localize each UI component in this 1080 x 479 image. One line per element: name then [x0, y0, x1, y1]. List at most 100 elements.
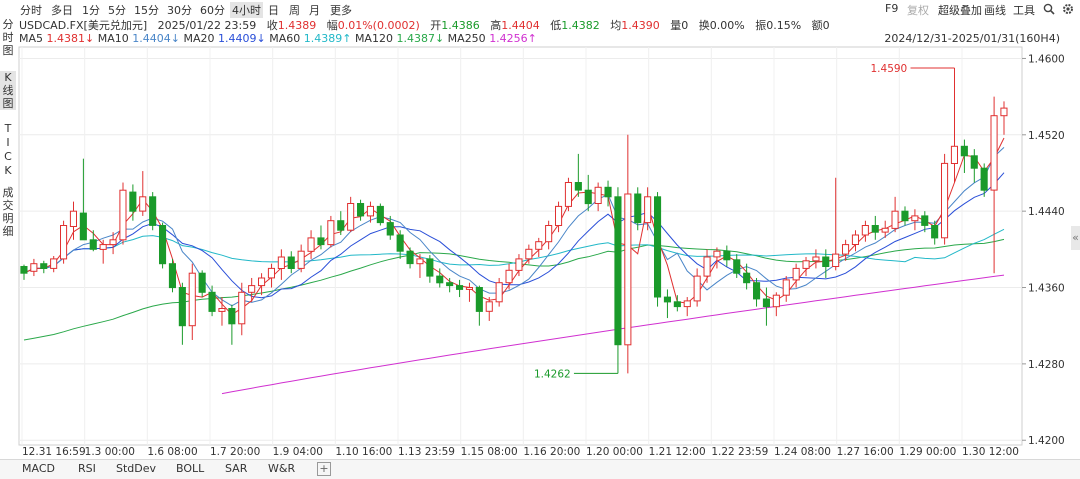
candle-body — [644, 196, 652, 224]
candle-body — [505, 269, 513, 284]
candlestick-chart[interactable]: 1.4600 1.4520 1.4440 1.4360 1.4280 1.4200 12.3… — [0, 0, 1080, 478]
candle-body — [832, 253, 840, 268]
candle-body — [20, 266, 28, 274]
candle-body — [159, 225, 167, 265]
candle-body — [40, 263, 48, 270]
candle-body — [515, 258, 523, 271]
candle-body — [594, 186, 602, 205]
candle-body — [772, 294, 780, 308]
candle-body — [555, 205, 563, 226]
candle-body — [248, 285, 256, 293]
candle-body — [129, 191, 137, 212]
candle-body — [149, 196, 157, 226]
candle-body — [69, 210, 78, 227]
candle-body — [782, 279, 790, 296]
y-tick-label: 1.4360 — [1028, 283, 1065, 295]
candle-body — [535, 241, 543, 250]
candle-body — [683, 300, 691, 308]
x-tick-label: 1.7 20:00 — [210, 446, 260, 458]
x-tick-label: 1.6 08:00 — [147, 446, 197, 458]
candle-body — [188, 272, 196, 327]
tab-rsi[interactable]: RSI — [78, 462, 96, 475]
tab-stddev[interactable]: StdDev — [116, 462, 156, 475]
x-tick-label: 1.24 08:00 — [774, 446, 831, 458]
candle-body — [119, 189, 127, 241]
candle-body — [654, 196, 662, 298]
candle-body — [277, 256, 285, 269]
candle-body — [386, 222, 394, 236]
candle-body — [693, 275, 701, 302]
candle-body — [980, 167, 988, 191]
candle-body — [881, 227, 889, 233]
candle-body — [970, 155, 978, 169]
candle-body — [753, 282, 761, 300]
candle-body — [842, 244, 850, 255]
candle-body — [426, 258, 434, 277]
x-tick-label: 1.20 00:00 — [586, 446, 643, 458]
add-indicator-button[interactable]: + — [317, 462, 331, 476]
tab-wr[interactable]: W&R — [268, 462, 295, 475]
x-tick-label: 1.10 16:00 — [335, 446, 392, 458]
candle-body — [960, 145, 968, 157]
candle-body — [238, 291, 246, 325]
x-tick-label: 1.21 12:00 — [649, 446, 706, 458]
x-tick-label: 1.3 00:00 — [85, 446, 135, 458]
x-tick-label: 1.9 04:00 — [273, 446, 323, 458]
candle-body — [416, 258, 424, 265]
candle-body — [921, 215, 929, 226]
indicator-tabs: MACD RSI StdDev BOLL SAR W&R + — [0, 459, 1080, 479]
candle-body — [89, 239, 97, 250]
candle-body — [663, 296, 672, 303]
candle-body — [990, 115, 998, 191]
candle-body — [376, 205, 384, 224]
candle-body — [357, 203, 365, 217]
candle-body — [891, 210, 899, 229]
candle-body — [792, 267, 800, 281]
x-tick-label: 1.15 08:00 — [461, 446, 518, 458]
tab-sar[interactable]: SAR — [225, 462, 247, 475]
y-tick-label: 1.4200 — [1028, 435, 1065, 447]
candle-body — [624, 193, 632, 346]
candle-body — [901, 210, 909, 222]
collapse-toggle[interactable]: « — [1071, 226, 1080, 250]
candle-body — [258, 277, 266, 287]
candle-body — [208, 291, 216, 312]
candle-body — [614, 196, 622, 346]
candle-body — [139, 196, 147, 212]
candle-body — [327, 220, 335, 246]
candle-body — [931, 225, 939, 239]
candle-body — [60, 225, 68, 260]
candle-body — [79, 212, 87, 241]
candle-body — [584, 189, 592, 205]
candle-body — [337, 220, 345, 231]
candle-body — [198, 272, 206, 293]
tab-boll[interactable]: BOLL — [176, 462, 204, 475]
candle-body — [396, 234, 404, 252]
candle-body — [723, 250, 731, 261]
candle-body — [287, 256, 295, 269]
low-annotation: 1.4262 — [534, 368, 571, 380]
tab-macd[interactable]: MACD — [22, 462, 55, 475]
candle-body — [743, 272, 751, 284]
x-tick-label: 12.31 16:59 — [22, 446, 86, 458]
candle-body — [851, 234, 860, 245]
candle-body — [733, 259, 741, 274]
candle-body — [950, 145, 959, 165]
y-tick-label: 1.4440 — [1028, 206, 1065, 218]
candle-body — [703, 256, 711, 277]
candle-body — [168, 263, 176, 289]
candle-body — [228, 308, 236, 325]
x-tick-label: 1.16 20:00 — [523, 446, 580, 458]
candle-body — [267, 267, 275, 279]
x-tick-label: 1.29 00:00 — [899, 446, 956, 458]
candle-body — [178, 287, 186, 327]
candle-body — [673, 301, 681, 308]
candle-body — [1000, 107, 1008, 117]
candle-body — [911, 215, 919, 222]
candle-body — [218, 308, 226, 312]
candle-body — [50, 258, 58, 269]
candle-body — [436, 275, 444, 284]
candle-body — [871, 225, 879, 233]
plot-frame — [18, 46, 1023, 446]
candle-body — [941, 162, 949, 239]
